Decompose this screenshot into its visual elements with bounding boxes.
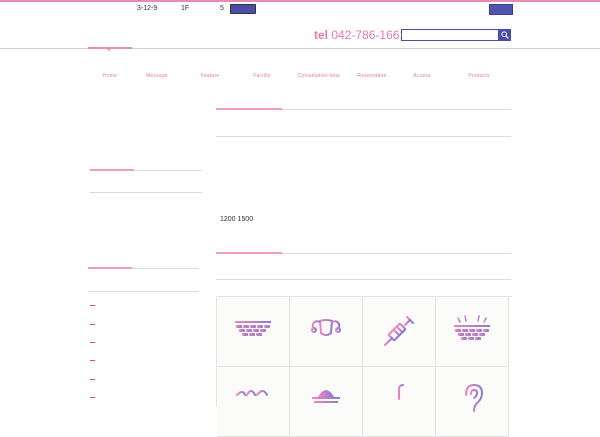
service-tile-skin-hair[interactable] <box>217 367 290 437</box>
tel-display: tel 042-786-1661 <box>314 28 406 42</box>
section-2-heading-accent <box>216 252 282 254</box>
skin-bump-icon <box>312 390 340 403</box>
service-tile-skin-bump[interactable] <box>290 367 363 437</box>
address-part-3: 5 <box>220 5 224 12</box>
service-tile-ear[interactable] <box>436 367 509 437</box>
nav-consultation-hour[interactable]: Consultation hour <box>298 73 341 79</box>
nav-active-notch <box>106 48 112 51</box>
service-tile-injection[interactable] <box>363 297 436 367</box>
header-top-button[interactable] <box>489 4 513 15</box>
section-1-bottom-divider <box>216 136 511 137</box>
address-highlight <box>230 4 256 14</box>
tel-label: tel <box>314 28 329 42</box>
sidebar-2-heading-accent <box>88 267 132 269</box>
service-tile-skin-radiating[interactable] <box>436 297 509 367</box>
sidebar-1-bottom-divider <box>90 192 202 193</box>
nav-message[interactable]: Message <box>146 73 168 79</box>
search-button[interactable] <box>499 29 511 41</box>
skin-nerve-icon <box>382 384 416 404</box>
sidebar-1-heading-accent <box>90 169 134 171</box>
service-tile-skin-nerve[interactable] <box>363 367 436 437</box>
ear-icon <box>465 383 484 412</box>
top-accent-line <box>0 0 600 2</box>
skin-layers-icon <box>235 321 271 336</box>
uterus-icon <box>311 319 341 344</box>
nav-feature[interactable]: Feature <box>201 73 220 79</box>
sidebar-list-bullet[interactable] <box>90 360 95 361</box>
nav-reservation[interactable]: Reservation <box>358 73 387 79</box>
tel-number: 042-786-1661 <box>331 28 407 42</box>
consultation-hours-text: 1200 1500 <box>220 216 254 223</box>
syringe-icon <box>384 316 414 346</box>
nav-products[interactable]: Products <box>468 73 489 79</box>
sidebar-list-bullet[interactable] <box>90 397 95 398</box>
nav-access[interactable]: Access <box>413 73 430 79</box>
nav-home[interactable]: Home <box>103 73 117 79</box>
service-tile-skin-layers[interactable] <box>217 297 290 367</box>
search-input[interactable] <box>401 29 499 41</box>
sidebar-list-bullet[interactable] <box>90 305 95 306</box>
skin-hair-icon <box>234 390 272 402</box>
search-icon <box>501 31 509 39</box>
sidebar-list-bullet[interactable] <box>90 379 95 380</box>
nav-facility[interactable]: Facility <box>253 73 270 79</box>
section-2-bottom-divider <box>216 279 511 280</box>
sidebar-list-bullet[interactable] <box>90 324 95 325</box>
address-part-2: 1F <box>181 5 190 12</box>
sidebar-2-bottom-divider <box>88 291 198 292</box>
section-1-heading-accent <box>216 108 282 110</box>
sidebar-list-bullet[interactable] <box>90 342 95 343</box>
skin-radiating-icon <box>454 314 490 340</box>
address-part-1: 3-12-9 <box>137 5 158 12</box>
main-nav: Home Message Feature Facility Consultati… <box>88 73 512 81</box>
service-tile-uterus[interactable] <box>290 297 363 367</box>
services-grid <box>216 296 512 437</box>
